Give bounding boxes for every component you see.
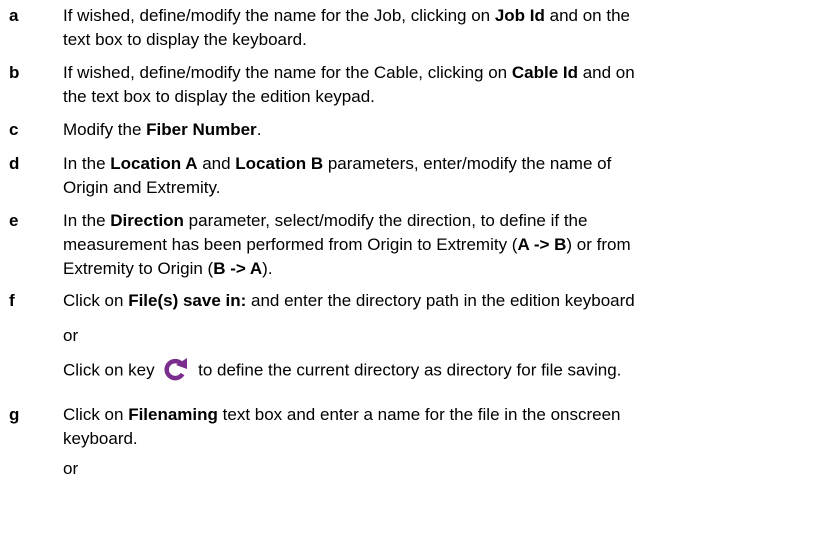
text-line: In the Location A and Location B paramet… [63,152,611,175]
text-run: the text box to display the edition keyp… [63,87,375,106]
text-run: Modify the [63,120,147,139]
ui-term: Cable Id [511,63,578,82]
ui-term: Filenaming [128,405,218,424]
text-line: Origin and Extremity. [63,176,220,199]
text-run: If wished, define/modify the name for th… [63,63,512,82]
text-line: or [63,457,78,480]
text-run: text box and enter a name for the file i… [217,405,621,424]
reload-icon [161,356,189,382]
ui-term: Job Id [494,6,545,25]
text-run: and on the [544,6,630,25]
text-line: If wished, define/modify the name for th… [63,4,630,27]
ui-term: Location B [235,154,324,173]
text-run: to define the current directory as direc… [193,360,622,380]
text-line: the text box to display the edition keyp… [63,85,375,108]
text-run: ). [262,259,273,278]
text-run: Origin and Extremity. [63,178,221,197]
step-letter: e [9,211,19,230]
text-run: or [63,326,79,345]
step-letter: g [9,405,20,424]
text-run: In the [63,154,111,173]
text-line: measurement has been performed from Orig… [63,233,631,256]
text-run: and [197,154,236,173]
text-line: Modify the Fiber Number. [63,118,261,141]
text-line: Click on File(s) save in: and enter the … [63,289,635,312]
text-run: parameter, select/modify the direction, … [183,211,588,230]
step-letter: b [9,63,20,82]
text-run: measurement has been performed from Orig… [63,235,518,254]
text-line: Click on key to define the current direc… [63,358,621,384]
text-line: keyboard. [63,427,138,450]
ui-term: Location A [110,154,198,173]
text-run: and enter the directory path in the edit… [246,291,635,310]
ui-term: A -> B [517,235,567,254]
text-run: or [63,459,79,478]
text-run: Click on key [63,360,160,380]
text-run: In the [63,211,111,230]
text-run: and on [577,63,635,82]
text-run: Extremity to Origin ( [63,259,214,278]
text-line: In the Direction parameter, select/modif… [63,209,587,232]
text-run: Click on [63,291,129,310]
ui-term: Direction [110,211,184,230]
text-run: text box to display the keyboard. [63,30,307,49]
text-run: keyboard. [63,429,138,448]
ui-term: File(s) save in: [128,291,247,310]
text-line: Extremity to Origin (B -> A). [63,257,273,280]
text-run: parameters, enter/modify the name of [323,154,612,173]
ui-term: B -> A [213,259,263,278]
text-line: If wished, define/modify the name for th… [63,61,635,84]
text-line: text box to display the keyboard. [63,28,307,51]
text-run: If wished, define/modify the name for th… [63,6,495,25]
step-letter: d [9,154,20,173]
text-line: or [63,324,78,347]
text-run: Click on [63,405,129,424]
text-line: Click on Filenaming text box and enter a… [63,403,621,426]
text-run: ) or from [566,235,631,254]
ui-term: Fiber Number [146,120,257,139]
step-letter: c [9,120,19,139]
text-run: . [256,120,262,139]
step-letter: f [9,291,15,310]
step-letter: a [9,6,19,25]
